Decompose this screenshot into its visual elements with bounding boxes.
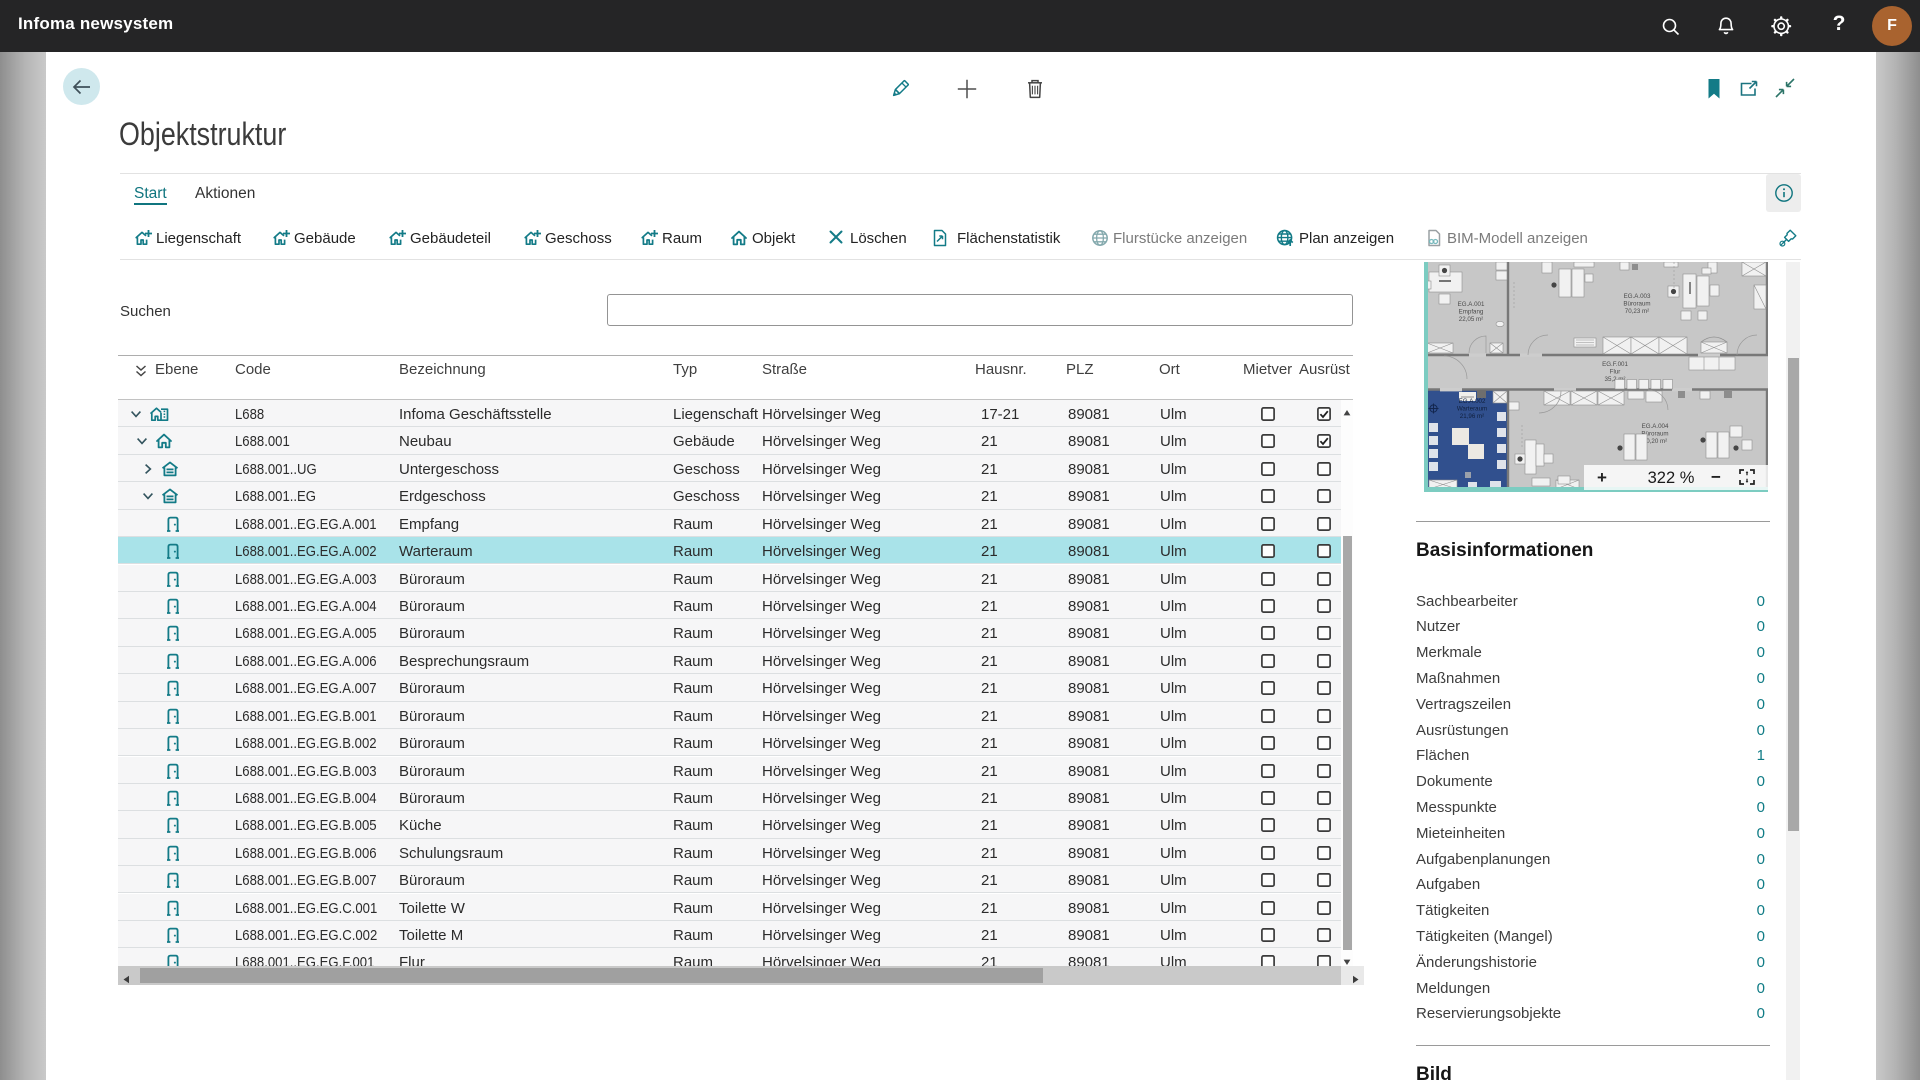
svg-text:Flur: Flur <box>1610 369 1621 376</box>
svg-text:EG.A.002: EG.A.002 <box>1459 398 1486 405</box>
svg-text:Büroraum: Büroraum <box>1623 301 1650 308</box>
svg-text:Warteraum: Warteraum <box>1457 406 1487 413</box>
svg-text:22,05 m²: 22,05 m² <box>1459 316 1483 323</box>
svg-text:70,23 m²: 70,23 m² <box>1625 308 1649 315</box>
svg-text:EG.A.004: EG.A.004 <box>1642 423 1669 430</box>
svg-text:−: − <box>1711 468 1721 487</box>
svg-text:EG.A.003: EG.A.003 <box>1624 293 1651 300</box>
svg-text:21,96 m²: 21,96 m² <box>1460 413 1484 420</box>
svg-text:322 %: 322 % <box>1648 469 1695 487</box>
svg-text:+: + <box>1597 468 1607 487</box>
svg-text:EG.A.001: EG.A.001 <box>1458 301 1485 308</box>
svg-text:EG.F.001: EG.F.001 <box>1602 361 1628 368</box>
svg-text:Empfang: Empfang <box>1459 309 1484 316</box>
